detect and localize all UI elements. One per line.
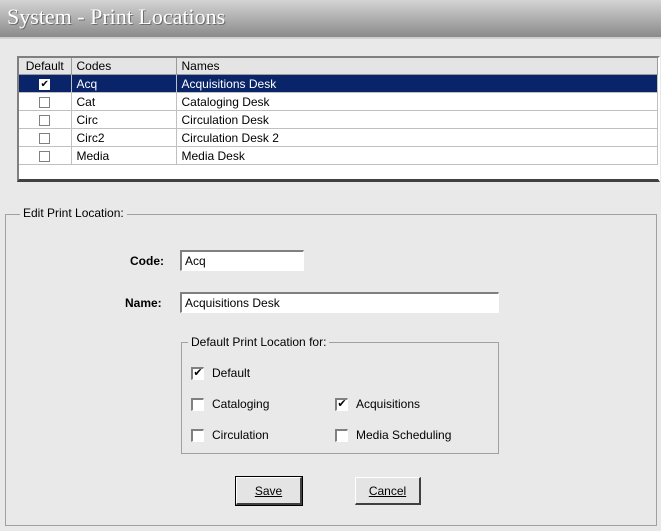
acquisitions-checkbox-box[interactable]: ✔ [335,397,348,411]
row-default-checkbox[interactable] [39,132,51,144]
window-title: System - Print Locations [7,4,226,29]
row-name-cell[interactable]: Acquisitions Desk [176,74,658,93]
table-row[interactable]: Cat Cataloging Desk [19,92,658,111]
save-button[interactable]: Save [235,476,303,506]
row-default-cell[interactable] [19,92,72,111]
row-default-cell[interactable] [19,110,72,129]
table-row[interactable]: ✔ Acq Acquisitions Desk [19,74,658,93]
default-checkbox[interactable]: ✔ Default [191,366,250,380]
cataloging-checkbox[interactable]: Cataloging [191,397,269,411]
row-default-cell[interactable] [19,128,72,147]
row-code-cell[interactable]: Media [71,146,177,165]
table-row[interactable]: Media Media Desk [19,146,658,165]
circulation-checkbox-box[interactable] [191,428,204,442]
acquisitions-checkbox[interactable]: ✔ Acquisitions [335,397,420,411]
code-label: Code: [130,254,164,268]
name-label: Name: [125,296,162,310]
table-row[interactable]: Circ Circulation Desk [19,110,658,129]
row-name-cell[interactable]: Circulation Desk [176,110,658,129]
name-input[interactable] [180,292,499,313]
column-header-codes[interactable]: Codes [71,58,177,75]
row-name-cell[interactable]: Cataloging Desk [176,92,658,111]
title-bar: System - Print Locations [0,0,661,39]
acquisitions-checkbox-label: Acquisitions [356,397,421,411]
row-code-cell[interactable]: Circ2 [71,128,177,147]
default-checkbox-label: Default [212,366,251,380]
default-group-label: Default Print Location for: [188,335,330,349]
column-header-default[interactable]: Default [19,58,72,75]
circulation-checkbox-label: Circulation [212,428,269,442]
row-default-cell[interactable] [19,146,72,165]
cancel-button[interactable]: Cancel [355,477,421,505]
column-header-names[interactable]: Names [176,58,658,75]
media-scheduling-checkbox[interactable]: Media Scheduling [335,428,451,442]
table-row[interactable]: Circ2 Circulation Desk 2 [19,128,658,147]
code-input[interactable] [180,250,304,271]
cataloging-checkbox-label: Cataloging [212,397,270,411]
print-locations-grid[interactable]: Default Codes Names ✔ Acq Acquisitions Des… [17,56,660,182]
row-default-checkbox[interactable] [39,150,51,162]
media-scheduling-checkbox-box[interactable] [335,428,348,442]
media-scheduling-checkbox-label: Media Scheduling [356,428,452,442]
row-default-checkbox[interactable] [39,114,51,126]
circulation-checkbox[interactable]: Circulation [191,428,269,442]
row-default-cell[interactable]: ✔ [19,74,72,93]
row-code-cell[interactable]: Acq [71,74,177,93]
grid-header-row: Default Codes Names [19,58,658,75]
edit-group-label: Edit Print Location: [20,206,127,220]
default-checkbox-box[interactable]: ✔ [191,366,204,380]
row-default-checkbox[interactable] [39,96,51,108]
cataloging-checkbox-box[interactable] [191,397,204,411]
row-name-cell[interactable]: Media Desk [176,146,658,165]
row-code-cell[interactable]: Cat [71,92,177,111]
row-name-cell[interactable]: Circulation Desk 2 [176,128,658,147]
row-default-checkbox[interactable]: ✔ [39,78,51,90]
row-code-cell[interactable]: Circ [71,110,177,129]
